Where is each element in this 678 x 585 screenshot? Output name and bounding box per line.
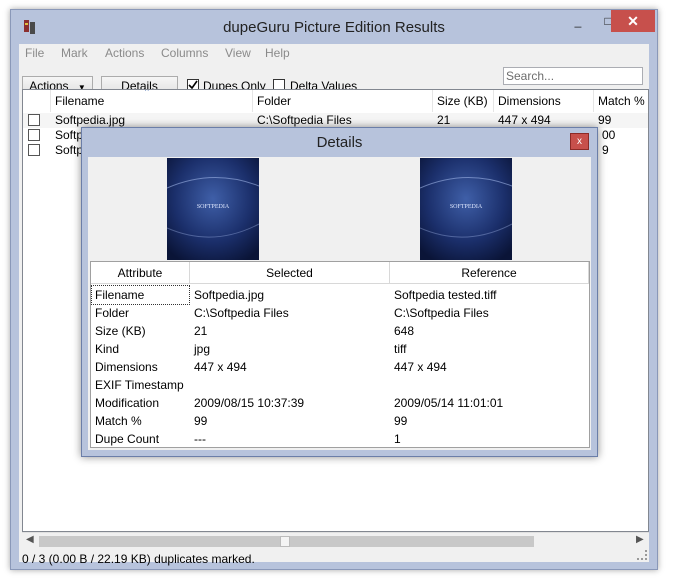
details-row[interactable]: Modification 2009/08/15 10:37:39 2009/05… <box>91 394 589 412</box>
details-dialog-title: Details <box>316 134 363 151</box>
selected-image-preview: SOFTPEDIA <box>167 158 259 260</box>
details-row[interactable]: Kind jpg tiff <box>91 340 589 358</box>
details-col-reference[interactable]: Reference <box>390 262 589 284</box>
resize-grip-icon[interactable] <box>637 550 647 560</box>
details-row[interactable]: Size (KB) 21 648 <box>91 322 589 340</box>
details-cell-selected: 99 <box>194 414 208 428</box>
details-col-attribute[interactable]: Attribute <box>91 262 190 284</box>
details-table: Attribute Selected Reference Filename So… <box>90 261 590 448</box>
selected-thumbnail-watermark: SOFTPEDIA <box>197 204 230 210</box>
scroll-left-arrow-icon[interactable]: ◀ <box>26 534 34 545</box>
menu-actions[interactable]: Actions <box>105 46 144 60</box>
status-bar: 0 / 3 (0.00 B / 22.19 KB) duplicates mar… <box>22 552 255 566</box>
details-cell-reference: C:\Softpedia Files <box>394 306 489 320</box>
details-row[interactable]: Dupe Count --- 1 <box>91 430 589 448</box>
details-cell-reference <box>391 376 394 394</box>
details-cell-reference: 1 <box>394 432 401 446</box>
row-checkbox[interactable] <box>28 129 40 141</box>
reference-image-preview: SOFTPEDIA <box>420 158 512 260</box>
details-cell-attribute: Size (KB) <box>95 324 146 338</box>
cell-size: 21 <box>437 113 451 127</box>
details-cell-selected: Softpedia.jpg <box>194 288 265 302</box>
menu-file[interactable]: File <box>25 46 44 60</box>
details-cell-reference: 648 <box>394 324 415 338</box>
menu-help[interactable]: Help <box>265 46 290 60</box>
cell-dimensions: 447 x 494 <box>498 113 551 127</box>
details-cell-selected: jpg <box>194 342 211 356</box>
details-cell-attribute: Kind <box>95 342 120 356</box>
col-header-dimensions[interactable]: Dimensions <box>494 90 594 112</box>
row-checkbox[interactable] <box>28 114 40 126</box>
details-cell-reference: 2009/05/14 11:01:01 <box>394 396 504 410</box>
cell-match: 9 <box>602 143 609 157</box>
details-cell-selected: 2009/08/15 10:37:39 <box>194 396 305 410</box>
details-cell-reference: 99 <box>394 414 408 428</box>
cell-folder: C:\Softpedia Files <box>257 113 352 127</box>
cell-match: 00 <box>602 128 616 142</box>
details-body: SOFTPEDIA SOFTPEDIA Attribute Selected R… <box>88 157 591 450</box>
details-cell-selected: 21 <box>194 324 208 338</box>
search-input[interactable]: Search... <box>503 67 643 85</box>
close-button[interactable]: ✕ <box>611 10 655 32</box>
details-cell-selected <box>191 376 194 394</box>
details-cell-selected: --- <box>194 432 206 446</box>
col-header-filename[interactable]: Filename ^ <box>51 90 253 112</box>
cell-filename: Softpedia.jpg <box>55 113 126 127</box>
details-row[interactable]: Match % 99 99 <box>91 412 589 430</box>
details-cell-selected: C:\Softpedia Files <box>194 306 289 320</box>
col-header-size[interactable]: Size (KB) <box>433 90 494 112</box>
details-cell-attribute: EXIF Timestamp <box>95 378 184 392</box>
details-col-selected[interactable]: Selected <box>190 262 390 284</box>
col-header-checkbox[interactable] <box>23 90 51 112</box>
reference-thumbnail-watermark: SOFTPEDIA <box>450 204 483 210</box>
menu-mark[interactable]: Mark <box>61 46 88 60</box>
details-cell-attribute: Modification <box>95 396 160 410</box>
details-cell-attribute: Filename <box>91 285 190 305</box>
details-cell-attribute: Dimensions <box>95 360 158 374</box>
horizontal-scrollbar[interactable]: ◀ ▶ <box>22 532 649 549</box>
details-close-button[interactable]: x <box>570 133 589 150</box>
menu-bar: File Mark Actions Columns View Help <box>19 44 649 64</box>
details-cell-attribute: Match % <box>95 414 142 428</box>
col-header-folder[interactable]: Folder <box>253 90 433 112</box>
table-row[interactable]: Softpedia.jpg C:\Softpedia Files 21 447 … <box>23 113 648 128</box>
details-row[interactable]: EXIF Timestamp <box>91 376 589 394</box>
details-cell-reference: Softpedia tested.tiff <box>394 288 497 302</box>
scroll-right-arrow-icon[interactable]: ▶ <box>636 534 644 545</box>
selected-thumbnail-image: SOFTPEDIA <box>167 158 259 260</box>
reference-thumbnail-image: SOFTPEDIA <box>420 158 512 260</box>
scrollbar-thumb[interactable] <box>280 536 290 547</box>
menu-view[interactable]: View <box>225 46 251 60</box>
details-row[interactable]: Dimensions 447 x 494 447 x 494 <box>91 358 589 376</box>
col-label-filename: Filename <box>55 94 105 108</box>
details-row[interactable]: Filename Softpedia.jpg Softpedia tested.… <box>91 285 589 305</box>
details-row[interactable]: Folder C:\Softpedia Files C:\Softpedia F… <box>91 304 589 322</box>
details-cell-reference: 447 x 494 <box>394 360 447 374</box>
details-cell-selected: 447 x 494 <box>194 360 247 374</box>
minimize-button[interactable]: _ <box>563 10 593 32</box>
sort-asc-icon: ^ <box>145 89 149 96</box>
col-header-match[interactable]: Match % <box>594 90 648 112</box>
details-dialog: Details x SOFTPEDIA SOFTPEDIA Attribute … <box>81 127 598 457</box>
row-checkbox[interactable] <box>28 144 40 156</box>
details-cell-attribute: Dupe Count <box>95 432 160 446</box>
title-bar[interactable]: dupeGuru Picture Edition Results _ □ ✕ <box>11 10 657 44</box>
menu-columns[interactable]: Columns <box>161 46 208 60</box>
details-cell-reference: tiff <box>394 342 407 356</box>
details-cell-attribute: Folder <box>95 306 130 320</box>
window-title: dupeGuru Picture Edition Results <box>223 19 445 36</box>
cell-match: 99 <box>598 113 612 127</box>
